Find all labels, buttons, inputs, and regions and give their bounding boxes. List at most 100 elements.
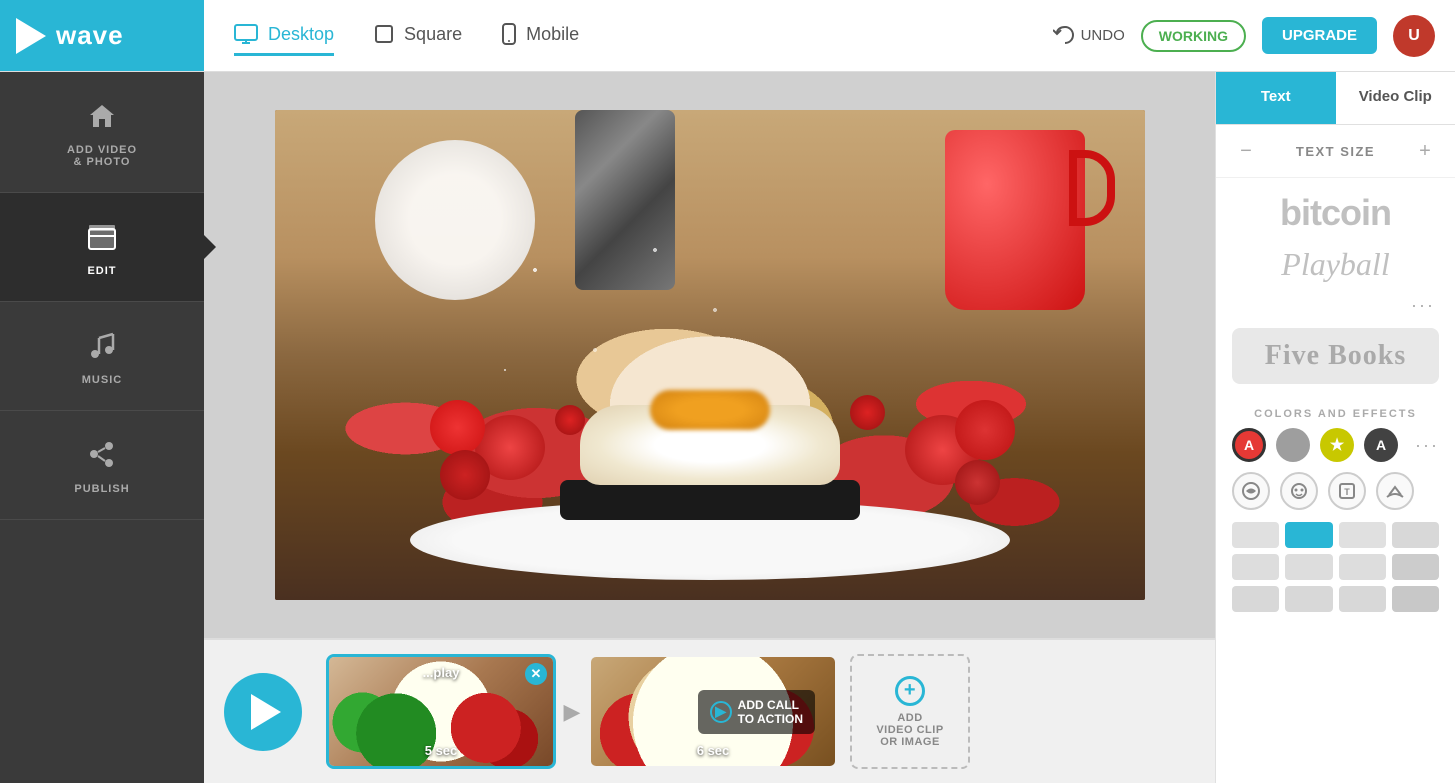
clip-1-label: ...play <box>423 665 460 680</box>
music-icon <box>82 326 122 366</box>
clip-1[interactable]: ✕ ...play 5 sec <box>326 654 556 769</box>
sidebar-edit-label: EDIT <box>87 265 116 277</box>
timeline: ✕ ...play 5 sec ▶ 6 sec ▶ ADD CALLTO ACT… <box>204 638 1215 783</box>
main-content: ADD VIDEO& PHOTO EDIT MUSIC PUBLISH <box>0 72 1455 783</box>
clip-1-close-button[interactable]: ✕ <box>525 663 547 685</box>
font-five-books-selected[interactable]: Five Books <box>1232 328 1439 384</box>
color-gray-swatch[interactable] <box>1276 428 1310 462</box>
tab-desktop[interactable]: Desktop <box>234 16 334 56</box>
grater-object <box>575 110 675 290</box>
cta-icon: ▶ <box>710 701 732 723</box>
sidebar: ADD VIDEO& PHOTO EDIT MUSIC PUBLISH <box>0 72 204 783</box>
lace-object <box>375 140 535 300</box>
color-cell-0-1[interactable] <box>1285 522 1332 548</box>
canvas-image <box>275 110 1145 600</box>
color-cell-1-1[interactable] <box>1285 554 1332 580</box>
canvas-viewport <box>204 72 1215 638</box>
font-options: bitcoin Playball ··· Five Books <box>1216 178 1455 398</box>
add-clip-icon: + <box>895 676 925 706</box>
font-playball[interactable]: Playball <box>1232 246 1439 283</box>
berry-right-3 <box>955 460 1000 505</box>
add-clip-label: ADDVIDEO CLIPOR IMAGE <box>876 712 943 748</box>
cta-label: ADD CALLTO ACTION <box>738 698 803 726</box>
color-grid <box>1216 522 1455 622</box>
jam-object <box>650 390 770 430</box>
color-cell-2-0[interactable] <box>1232 586 1279 612</box>
home-icon <box>82 96 122 136</box>
play-button[interactable] <box>224 673 302 751</box>
font-more-ellipsis[interactable]: ··· <box>1411 295 1435 316</box>
color-yellow-swatch[interactable]: ★ <box>1320 428 1354 462</box>
add-cta-button[interactable]: ▶ ADD CALLTO ACTION <box>698 690 815 734</box>
red-mug-object <box>945 130 1085 310</box>
font-bitcoin[interactable]: bitcoin <box>1232 192 1439 234</box>
text-size-row: − TEXT SIZE + <box>1216 125 1455 178</box>
effect-btn-3[interactable]: T <box>1328 472 1366 510</box>
view-tabs: Desktop Square Mobile <box>204 15 1053 56</box>
clip-2-duration: 6 sec <box>697 743 730 758</box>
colors-section-label: COLORS AND EFFECTS <box>1216 398 1455 428</box>
color-cell-1-3[interactable] <box>1392 554 1439 580</box>
color-red-swatch[interactable]: A <box>1232 428 1266 462</box>
logo-icon <box>16 18 46 54</box>
undo-label: UNDO <box>1081 27 1125 44</box>
undo-icon <box>1053 25 1075 47</box>
text-size-decrease-button[interactable]: − <box>1232 137 1260 165</box>
clip-2[interactable]: 6 sec ▶ ADD CALLTO ACTION <box>588 654 838 769</box>
berry-left-3 <box>440 450 490 500</box>
monitor-icon <box>234 24 258 44</box>
color-cell-2-2[interactable] <box>1339 586 1386 612</box>
color-cell-0-0[interactable] <box>1232 522 1279 548</box>
sidebar-item-music[interactable]: MUSIC <box>0 302 204 411</box>
logo-text: wave <box>56 20 124 51</box>
text-size-increase-button[interactable]: + <box>1411 137 1439 165</box>
avatar: U <box>1393 15 1435 57</box>
sidebar-item-publish[interactable]: PUBLISH <box>0 411 204 520</box>
working-badge: WORKING <box>1141 20 1246 52</box>
play-icon <box>251 694 281 730</box>
clip-1-duration: 5 sec <box>425 743 458 758</box>
share-icon <box>82 435 122 475</box>
tab-video-clip[interactable]: Video Clip <box>1336 72 1455 124</box>
small-berry-1 <box>555 405 585 435</box>
effect-btn-4[interactable] <box>1376 472 1414 510</box>
canvas-area: ✕ ...play 5 sec ▶ 6 sec ▶ ADD CALLTO ACT… <box>204 72 1215 783</box>
color-cell-1-0[interactable] <box>1232 554 1279 580</box>
sidebar-add-label: ADD VIDEO& PHOTO <box>67 144 137 168</box>
color-cell-1-2[interactable] <box>1339 554 1386 580</box>
color-dark-swatch[interactable]: A <box>1364 428 1398 462</box>
top-right-actions: UNDO WORKING UPGRADE U <box>1053 15 1455 57</box>
upgrade-button[interactable]: UPGRADE <box>1262 17 1377 54</box>
sidebar-arrow <box>202 233 216 261</box>
effects-ellipsis[interactable]: ··· <box>1415 435 1439 456</box>
effect-btn-2[interactable] <box>1280 472 1318 510</box>
color-cell-2-3[interactable] <box>1392 586 1439 612</box>
sidebar-publish-label: PUBLISH <box>74 483 129 495</box>
square-icon <box>374 24 394 44</box>
font-five-books-label: Five Books <box>1232 340 1439 372</box>
effect-btn-1[interactable] <box>1232 472 1270 510</box>
top-bar: wave Desktop Square Mobile UNDO WORKING … <box>0 0 1455 72</box>
sidebar-item-edit[interactable]: EDIT <box>0 193 204 302</box>
colors-row: A ★ A ··· <box>1216 428 1455 472</box>
svg-text:T: T <box>1344 487 1350 497</box>
color-cell-0-2[interactable] <box>1339 522 1386 548</box>
tab-text[interactable]: Text <box>1216 72 1336 124</box>
berry-left-2 <box>430 400 485 455</box>
color-cell-0-3[interactable] <box>1392 522 1439 548</box>
undo-button[interactable]: UNDO <box>1053 25 1125 47</box>
phone-icon <box>502 23 516 45</box>
clip-arrow: ▶ <box>556 699 588 725</box>
berry-right-2 <box>955 400 1015 460</box>
right-panel: Text Video Clip − TEXT SIZE + bitcoin Pl… <box>1215 72 1455 783</box>
panel-tabs: Text Video Clip <box>1216 72 1455 125</box>
add-clip-button[interactable]: + ADDVIDEO CLIPOR IMAGE <box>850 654 970 769</box>
logo-area: wave <box>0 0 204 71</box>
sidebar-item-add[interactable]: ADD VIDEO& PHOTO <box>0 72 204 193</box>
tab-square[interactable]: Square <box>374 16 462 56</box>
color-cell-2-1[interactable] <box>1285 586 1332 612</box>
effects-row: T <box>1216 472 1455 522</box>
tray-object <box>560 480 860 520</box>
sidebar-music-label: MUSIC <box>82 374 122 386</box>
tab-mobile[interactable]: Mobile <box>502 15 579 56</box>
